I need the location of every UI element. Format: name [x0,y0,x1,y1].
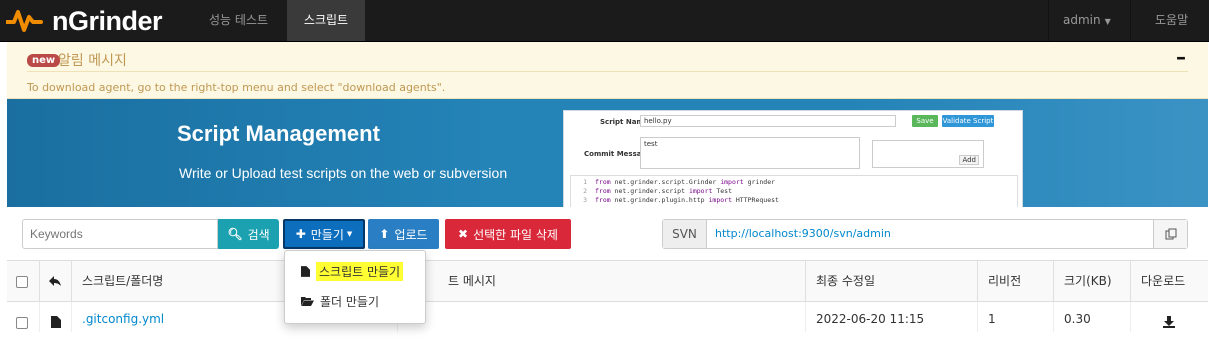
column-download: 다운로드 [1130,261,1208,301]
banner-subtitle: Write or Upload test scripts on the web … [179,165,508,181]
svn-label: SVN [663,220,707,248]
search-label: 검색 [247,227,270,242]
svn-url[interactable]: http://localhost:9300/svn/admin [715,220,891,248]
create-dropdown-button[interactable]: ✚ 만들기 ▼ [283,219,365,249]
user-menu[interactable]: admin ▼ [1048,0,1130,41]
upload-icon: ⬆ [379,227,390,241]
alert-panel: new 알림 메시지 – To download agent, go to th… [7,42,1208,99]
create-dropdown-menu: 스크립트 만들기 폴더 만들기 [284,250,426,324]
menu-item-create-folder[interactable]: 폴더 만들기 [285,289,425,313]
search-input[interactable] [22,219,218,249]
search-icon: 🔍︎ [227,227,243,241]
copy-icon [1165,228,1176,240]
divider [27,71,1188,72]
reply-icon[interactable] [39,261,71,301]
new-badge: new [27,54,61,67]
script-toolbar: 🔍︎ 검색 ✚ 만들기▼ ⬆ 업로드 ✖ 선택한 파일 삭제 SVN http://lo… [7,210,1208,260]
ngrinder-logo[interactable]: nGrinder [6,5,163,36]
plus-icon: ✚ [295,227,306,241]
select-all-checkbox[interactable] [16,276,28,288]
save-button: Save [912,115,938,127]
nav-performance-test[interactable]: 성능 테스트 [194,0,283,41]
create-script-label: 스크립트 만들기 [316,261,404,281]
alert-message: To download agent, go to the right-top m… [27,81,446,94]
column-size[interactable]: 크기(KB) [1053,261,1130,301]
table-header: 스크립트/폴더명 트 메시지 최종 수정일 리비전 크기(KB) 다운로드 [7,260,1208,302]
svn-url-field[interactable]: SVN http://localhost:9300/svn/admin [662,219,1188,249]
code-preview: 1 from net.grinder.script.Grinder import … [570,175,1018,207]
commit-message-field: test [640,137,860,169]
menu-item-create-script[interactable]: 스크립트 만들기 [285,259,425,283]
collapse-button[interactable]: – [1176,45,1186,69]
script-management-banner: Script Management Write or Upload test s… [7,99,1208,207]
download-icon [1163,316,1175,328]
delete-label: 선택한 파일 삭제 [473,227,558,242]
add-button: Add [959,155,979,165]
brand-name: nGrinder [52,5,163,36]
code-line: 2 from net.grinder.script import Test [583,187,732,195]
commit-value: test [644,140,658,148]
svn-commit-field: Add [872,140,984,168]
row-checkbox[interactable] [16,317,28,329]
folder-open-icon [301,297,314,306]
column-last-modified[interactable]: 최종 수정일 [805,261,977,301]
create-folder-label: 폴더 만들기 [320,294,380,309]
code-line: 1 from net.grinder.script.Grinder import … [583,178,776,186]
banner-title: Script Management [177,121,380,146]
upload-button[interactable]: ⬆ 업로드 [368,219,439,249]
column-revision[interactable]: 리비전 [977,261,1053,301]
search-button[interactable]: 🔍︎ 검색 [218,219,279,249]
top-navbar: nGrinder 성능 테스트 스크립트 admin ▼ 도움말 [0,0,1209,42]
nav-script[interactable]: 스크립트 [287,0,365,41]
code-line: 3 from net.grinder.plugin.http import HTT… [583,196,779,204]
script-name-field: hello.py [640,115,896,127]
close-icon: ✖ [458,227,469,241]
copy-url-button[interactable] [1153,220,1187,248]
column-script-name[interactable]: 스크립트/폴더명 [71,261,284,301]
editor-preview-image: Script Name hello.py Save Validate Scrip… [563,110,1023,207]
help-link[interactable]: 도움말 [1130,0,1209,41]
file-icon [301,265,310,277]
alert-title: 알림 메시지 [58,53,127,69]
delete-selected-button[interactable]: ✖ 선택한 파일 삭제 [445,219,571,249]
caret-down-icon: ▼ [1104,17,1111,26]
pulse-logo-icon [6,10,43,32]
create-label: 만들기 [310,227,344,242]
user-name: admin [1063,13,1101,27]
validate-button: Validate Script [942,115,994,127]
upload-label: 업로드 [394,227,428,242]
script-name-value: hello.py [644,117,672,125]
column-commit-message[interactable]: 트 메시지 [397,261,805,301]
caret-down-icon: ▼ [346,230,353,238]
